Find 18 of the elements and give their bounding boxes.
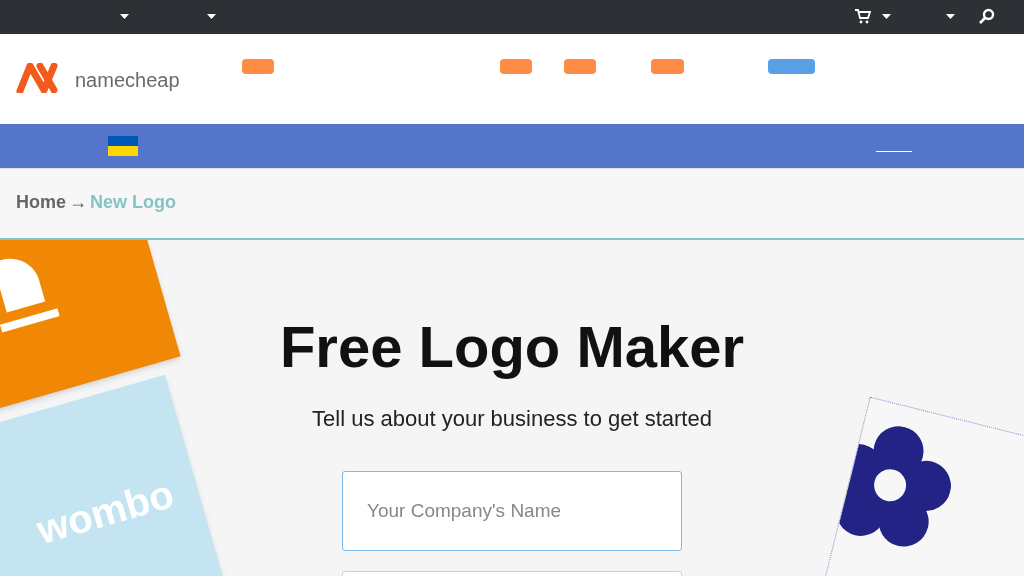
ukraine-flag-icon [108, 136, 138, 156]
logo-text[interactable]: namecheap [75, 64, 180, 95]
nav-badge [242, 59, 274, 74]
cart-icon[interactable] [854, 9, 871, 24]
company-name-field[interactable]: Your Company's Name [342, 471, 682, 551]
nav-badge [500, 59, 532, 74]
search-icon[interactable] [978, 8, 995, 25]
breadcrumb-link[interactable]: Home [16, 189, 66, 216]
dropdown-caret-icon[interactable] [882, 14, 891, 19]
dropdown-caret-icon[interactable] [207, 14, 216, 19]
card-brand-text: wombo [30, 470, 180, 554]
nav-badge [651, 59, 684, 74]
nav-badge [564, 59, 596, 74]
dropdown-caret-icon[interactable] [120, 14, 129, 19]
nav-badge [768, 59, 815, 74]
dropdown-caret-icon[interactable] [946, 14, 955, 19]
breadcrumb-separator: → [69, 191, 87, 214]
hero-subtitle: Tell us about your business to get started [312, 405, 712, 433]
